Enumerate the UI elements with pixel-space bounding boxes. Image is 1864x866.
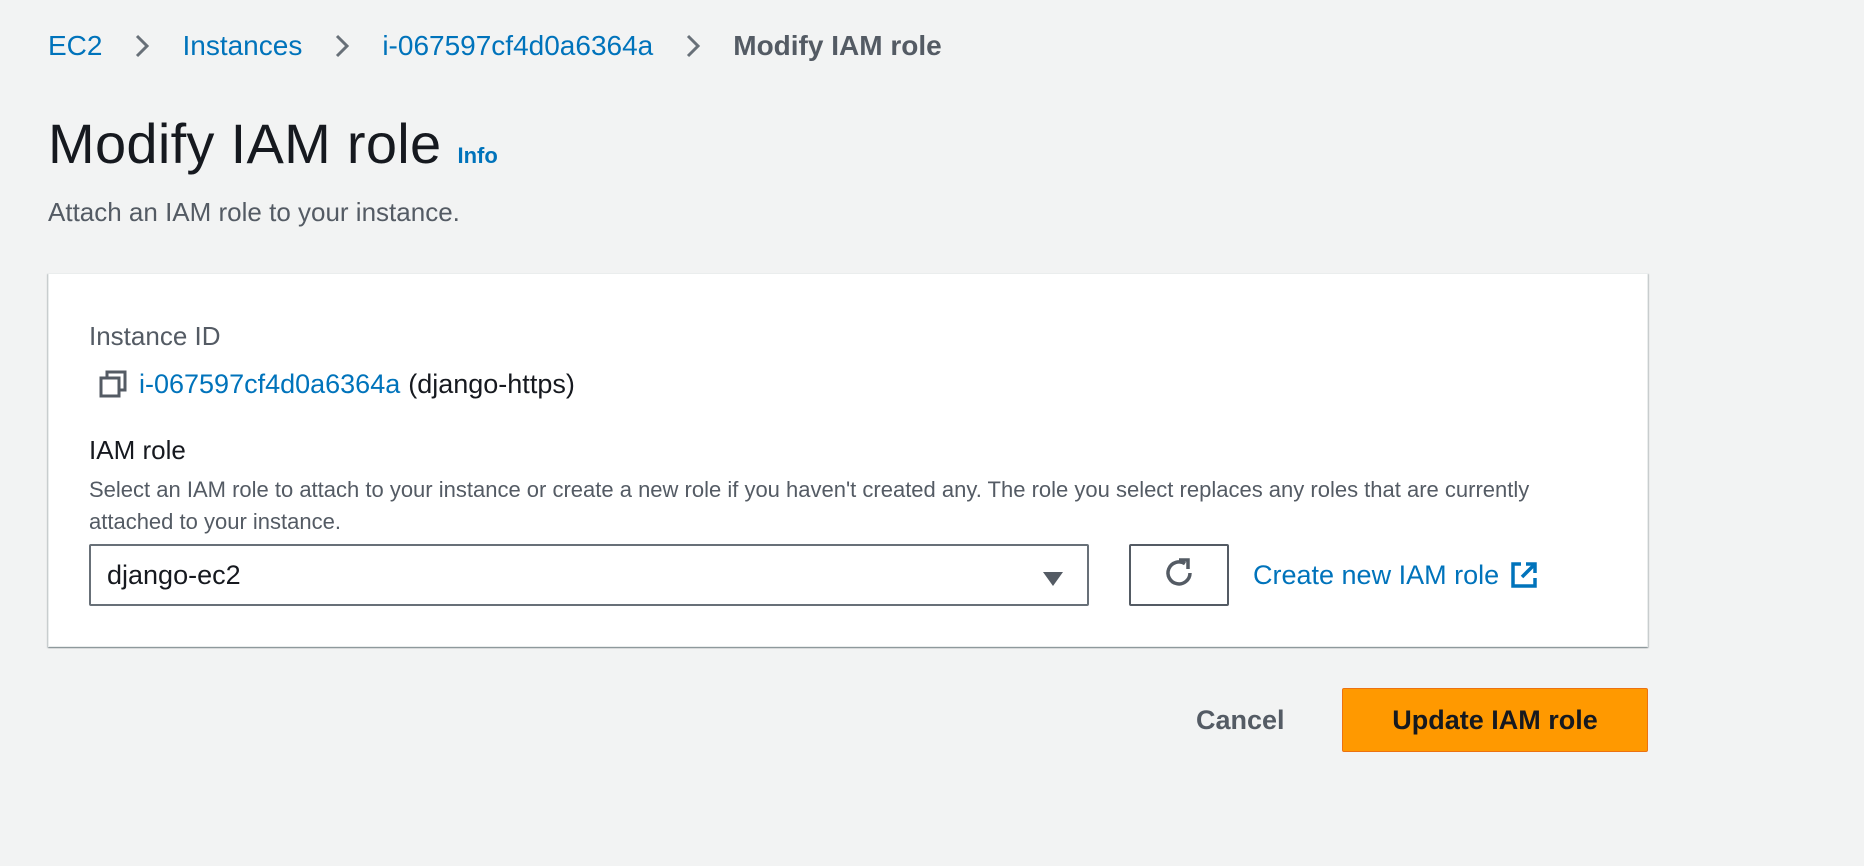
page-title: Modify IAM role <box>48 112 442 175</box>
instance-name: (django-https) <box>408 369 575 399</box>
refresh-button[interactable] <box>1129 544 1229 606</box>
iam-role-label: IAM role <box>89 435 186 465</box>
breadcrumb: EC2 Instances i-067597cf4d0a6364a Modify… <box>48 26 942 66</box>
breadcrumb-instances[interactable]: Instances <box>182 26 302 66</box>
breadcrumb-instance-id[interactable]: i-067597cf4d0a6364a <box>382 26 653 66</box>
copy-icon[interactable] <box>97 368 129 400</box>
modify-iam-role-page: EC2 Instances i-067597cf4d0a6364a Modify… <box>0 0 1864 866</box>
page-header: Modify IAM role Info <box>48 112 498 176</box>
breadcrumb-ec2[interactable]: EC2 <box>48 26 102 66</box>
breadcrumb-current: Modify IAM role <box>733 30 942 61</box>
refresh-icon <box>1161 555 1197 596</box>
form-card: Instance ID i-067597cf4d0a6364a (django-… <box>48 273 1648 647</box>
external-link-icon <box>1509 560 1539 590</box>
instance-id-row: i-067597cf4d0a6364a (django-https) <box>97 364 575 404</box>
info-link[interactable]: Info <box>458 143 498 169</box>
create-new-iam-role-link[interactable]: Create new IAM role <box>1253 555 1539 595</box>
iam-role-selected-value: django-ec2 <box>107 559 241 590</box>
instance-id-link[interactable]: i-067597cf4d0a6364a <box>139 364 400 404</box>
update-iam-role-button[interactable]: Update IAM role <box>1342 688 1648 752</box>
iam-role-description: Select an IAM role to attach to your ins… <box>89 477 1530 534</box>
cancel-button[interactable]: Cancel <box>1184 688 1297 752</box>
chevron-right-icon <box>122 26 162 66</box>
chevron-right-icon <box>322 26 362 66</box>
chevron-right-icon <box>673 26 713 66</box>
instance-id-label: Instance ID <box>89 321 221 351</box>
caret-down-icon <box>1041 565 1065 586</box>
create-new-iam-role-label: Create new IAM role <box>1253 560 1500 590</box>
iam-role-select[interactable]: django-ec2 <box>89 544 1089 606</box>
page-description: Attach an IAM role to your instance. <box>48 197 460 227</box>
